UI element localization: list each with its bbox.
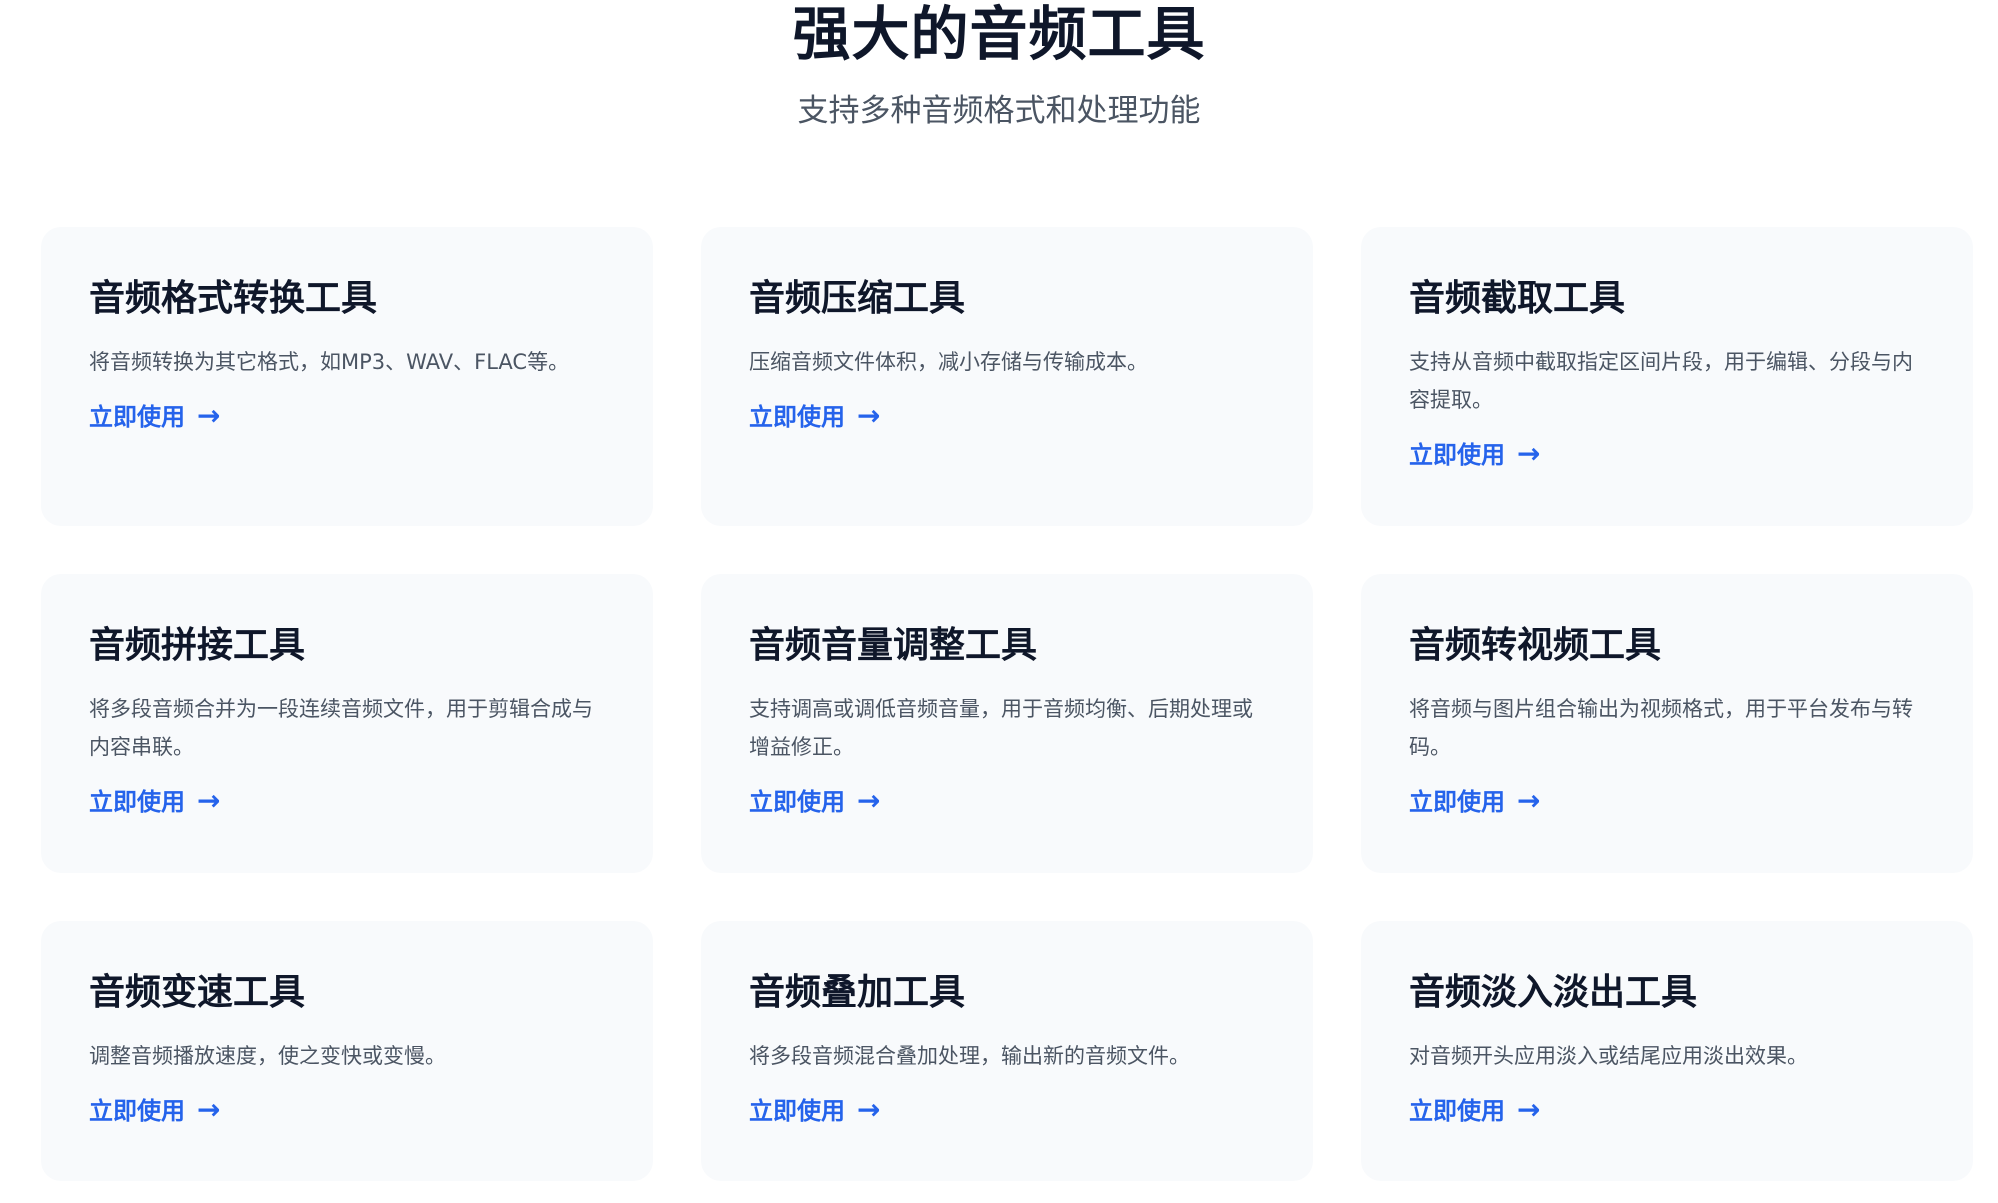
use-now-link[interactable]: 立即使用 → [1409, 784, 1541, 817]
tool-card-title: 音频截取工具 [1409, 278, 1626, 319]
arrow-right-icon: → [197, 1093, 221, 1126]
tool-card-audio-format-converter: 音频格式转换工具 将音频转换为其它格式，如MP3、WAV、FLAC等。 立即使用… [41, 227, 653, 526]
tool-card-title: 音频叠加工具 [749, 972, 966, 1013]
use-now-label: 立即使用 [749, 403, 845, 431]
page-title: 强大的音频工具 [792, 0, 1206, 68]
tool-card-audio-compressor: 音频压缩工具 压缩音频文件体积，减小存储与传输成本。 立即使用 → [701, 227, 1313, 526]
use-now-link[interactable]: 立即使用 → [89, 784, 221, 817]
arrow-right-icon: → [197, 784, 221, 817]
tool-card-description: 将音频转换为其它格式，如MP3、WAV、FLAC等。 [89, 350, 570, 374]
page-subtitle: 支持多种音频格式和处理功能 [797, 93, 1201, 129]
tools-page: 强大的音频工具 支持多种音频格式和处理功能 音频格式转换工具 将音频转换为其它格… [0, 0, 1998, 1203]
tool-card-title: 音频音量调整工具 [749, 625, 1038, 666]
tool-card-description: 对音频开头应用淡入或结尾应用淡出效果。 [1409, 1044, 1808, 1068]
tool-card-audio-volume-adjuster: 音频音量调整工具 支持调高或调低音频音量，用于音频均衡、后期处理或增益修正。 立… [701, 574, 1313, 873]
use-now-link[interactable]: 立即使用 → [749, 784, 881, 817]
use-now-link[interactable]: 立即使用 → [89, 1093, 221, 1126]
tool-card-title: 音频压缩工具 [749, 278, 966, 319]
tool-card-title: 音频变速工具 [89, 972, 306, 1013]
use-now-label: 立即使用 [749, 1097, 845, 1125]
arrow-right-icon: → [197, 399, 221, 432]
tool-card-description: 将音频与图片组合输出为视频格式，用于平台发布与转码。 [1409, 697, 1913, 759]
tool-card-audio-overlay: 音频叠加工具 将多段音频混合叠加处理，输出新的音频文件。 立即使用 → [701, 921, 1313, 1181]
tool-card-description: 调整音频播放速度，使之变快或变慢。 [89, 1044, 446, 1068]
tool-card-description: 压缩音频文件体积，减小存储与传输成本。 [749, 350, 1148, 374]
arrow-right-icon: → [857, 399, 881, 432]
tool-card-title: 音频淡入淡出工具 [1409, 972, 1698, 1013]
tool-card-audio-fade: 音频淡入淡出工具 对音频开头应用淡入或结尾应用淡出效果。 立即使用 → [1361, 921, 1973, 1181]
use-now-label: 立即使用 [89, 1097, 185, 1125]
arrow-right-icon: → [857, 784, 881, 817]
tool-card-title: 音频转视频工具 [1409, 625, 1662, 666]
use-now-label: 立即使用 [1409, 788, 1505, 816]
use-now-label: 立即使用 [1409, 1097, 1505, 1125]
use-now-link[interactable]: 立即使用 → [1409, 1093, 1541, 1126]
tool-card-description: 支持从音频中截取指定区间片段，用于编辑、分段与内容提取。 [1409, 350, 1913, 412]
tool-card-audio-to-video: 音频转视频工具 将音频与图片组合输出为视频格式，用于平台发布与转码。 立即使用 … [1361, 574, 1973, 873]
use-now-label: 立即使用 [89, 788, 185, 816]
use-now-link[interactable]: 立即使用 → [89, 399, 221, 432]
arrow-right-icon: → [1517, 1093, 1541, 1126]
arrow-right-icon: → [1517, 437, 1541, 470]
tool-card-audio-joiner: 音频拼接工具 将多段音频合并为一段连续音频文件，用于剪辑合成与内容串联。 立即使… [41, 574, 653, 873]
use-now-link[interactable]: 立即使用 → [749, 399, 881, 432]
arrow-right-icon: → [1517, 784, 1541, 817]
tool-card-title: 音频拼接工具 [89, 625, 306, 666]
tool-card-audio-speed-changer: 音频变速工具 调整音频播放速度，使之变快或变慢。 立即使用 → [41, 921, 653, 1181]
arrow-right-icon: → [857, 1093, 881, 1126]
use-now-link[interactable]: 立即使用 → [749, 1093, 881, 1126]
use-now-label: 立即使用 [89, 403, 185, 431]
tool-card-title: 音频格式转换工具 [89, 278, 378, 319]
tool-card-description: 将多段音频混合叠加处理，输出新的音频文件。 [749, 1044, 1190, 1068]
use-now-label: 立即使用 [1409, 441, 1505, 469]
tool-card-description: 支持调高或调低音频音量，用于音频均衡、后期处理或增益修正。 [749, 697, 1253, 759]
tool-card-audio-trimmer: 音频截取工具 支持从音频中截取指定区间片段，用于编辑、分段与内容提取。 立即使用… [1361, 227, 1973, 526]
use-now-label: 立即使用 [749, 788, 845, 816]
use-now-link[interactable]: 立即使用 → [1409, 437, 1541, 470]
tool-card-grid: 音频格式转换工具 将音频转换为其它格式，如MP3、WAV、FLAC等。 立即使用… [41, 227, 1973, 1181]
tool-card-description: 将多段音频合并为一段连续音频文件，用于剪辑合成与内容串联。 [89, 697, 593, 759]
